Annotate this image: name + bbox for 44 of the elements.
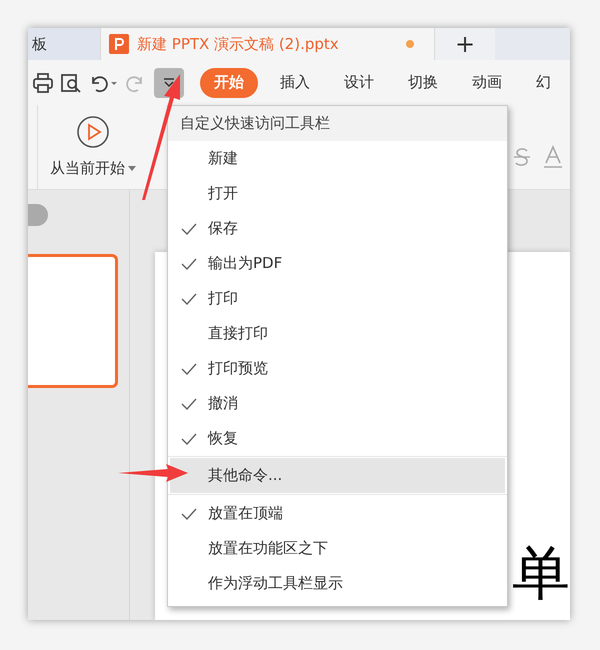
ribbon-tab[interactable]: 幻 xyxy=(524,68,563,98)
annotation-arrow xyxy=(118,463,188,483)
check-icon xyxy=(181,508,197,520)
check-icon xyxy=(181,222,197,234)
check-icon xyxy=(181,432,197,444)
document-tab[interactable]: 板 xyxy=(28,28,100,60)
caret-icon xyxy=(128,166,136,170)
check-icon xyxy=(181,362,197,374)
check-icon xyxy=(181,398,197,410)
slide-count-pill xyxy=(28,204,48,226)
ribbon-tab[interactable]: 设计 xyxy=(332,68,386,98)
button-label: 从当前开始 xyxy=(50,158,125,179)
menu-item[interactable]: 新建 xyxy=(170,141,505,176)
check-icon xyxy=(181,292,197,304)
presentation-logo-icon xyxy=(109,34,129,54)
menu-item[interactable]: 保存 xyxy=(170,211,505,246)
slide-thumbnail[interactable] xyxy=(28,254,118,388)
tab-title: 板 xyxy=(32,34,47,55)
ribbon-tab[interactable]: 插入 xyxy=(268,68,322,98)
play-from-current-button[interactable]: 从当前开始 xyxy=(38,105,148,189)
menu-item[interactable]: 撤消 xyxy=(170,386,505,421)
strikethrough-icon xyxy=(514,146,530,168)
print-preview-icon[interactable] xyxy=(60,72,82,92)
slide-text: 单 xyxy=(512,544,570,602)
new-tab-button[interactable]: + xyxy=(435,28,495,60)
menu-item[interactable]: 打印预览 xyxy=(170,351,505,386)
menu-item[interactable]: 放置在功能区之下 xyxy=(170,531,505,566)
tab-title: 新建 PPTX 演示文稿 (2).pptx xyxy=(137,34,340,55)
dropdown-caret-icon xyxy=(163,78,175,88)
menu-item[interactable]: 打印 xyxy=(170,281,505,316)
menu-item[interactable]: 放置在顶端 xyxy=(170,496,505,531)
menu-item[interactable]: 恢复 xyxy=(170,421,505,456)
print-icon[interactable] xyxy=(32,72,54,92)
underline-icon xyxy=(544,145,562,169)
menu-item[interactable]: 其他命令... xyxy=(170,458,505,493)
menu-item[interactable]: 作为浮动工具栏显示 xyxy=(170,566,505,601)
ribbon-tab[interactable]: 切换 xyxy=(396,68,450,98)
menu-item[interactable]: 输出为PDF xyxy=(170,246,505,281)
check-icon xyxy=(181,258,197,270)
menu-header: 自定义快速访问工具栏 xyxy=(168,106,507,141)
menu-item[interactable]: 打开 xyxy=(170,176,505,211)
play-icon xyxy=(76,114,110,149)
ribbon-tab[interactable]: 动画 xyxy=(460,68,514,98)
menu-item[interactable]: 直接打印 xyxy=(170,316,505,351)
